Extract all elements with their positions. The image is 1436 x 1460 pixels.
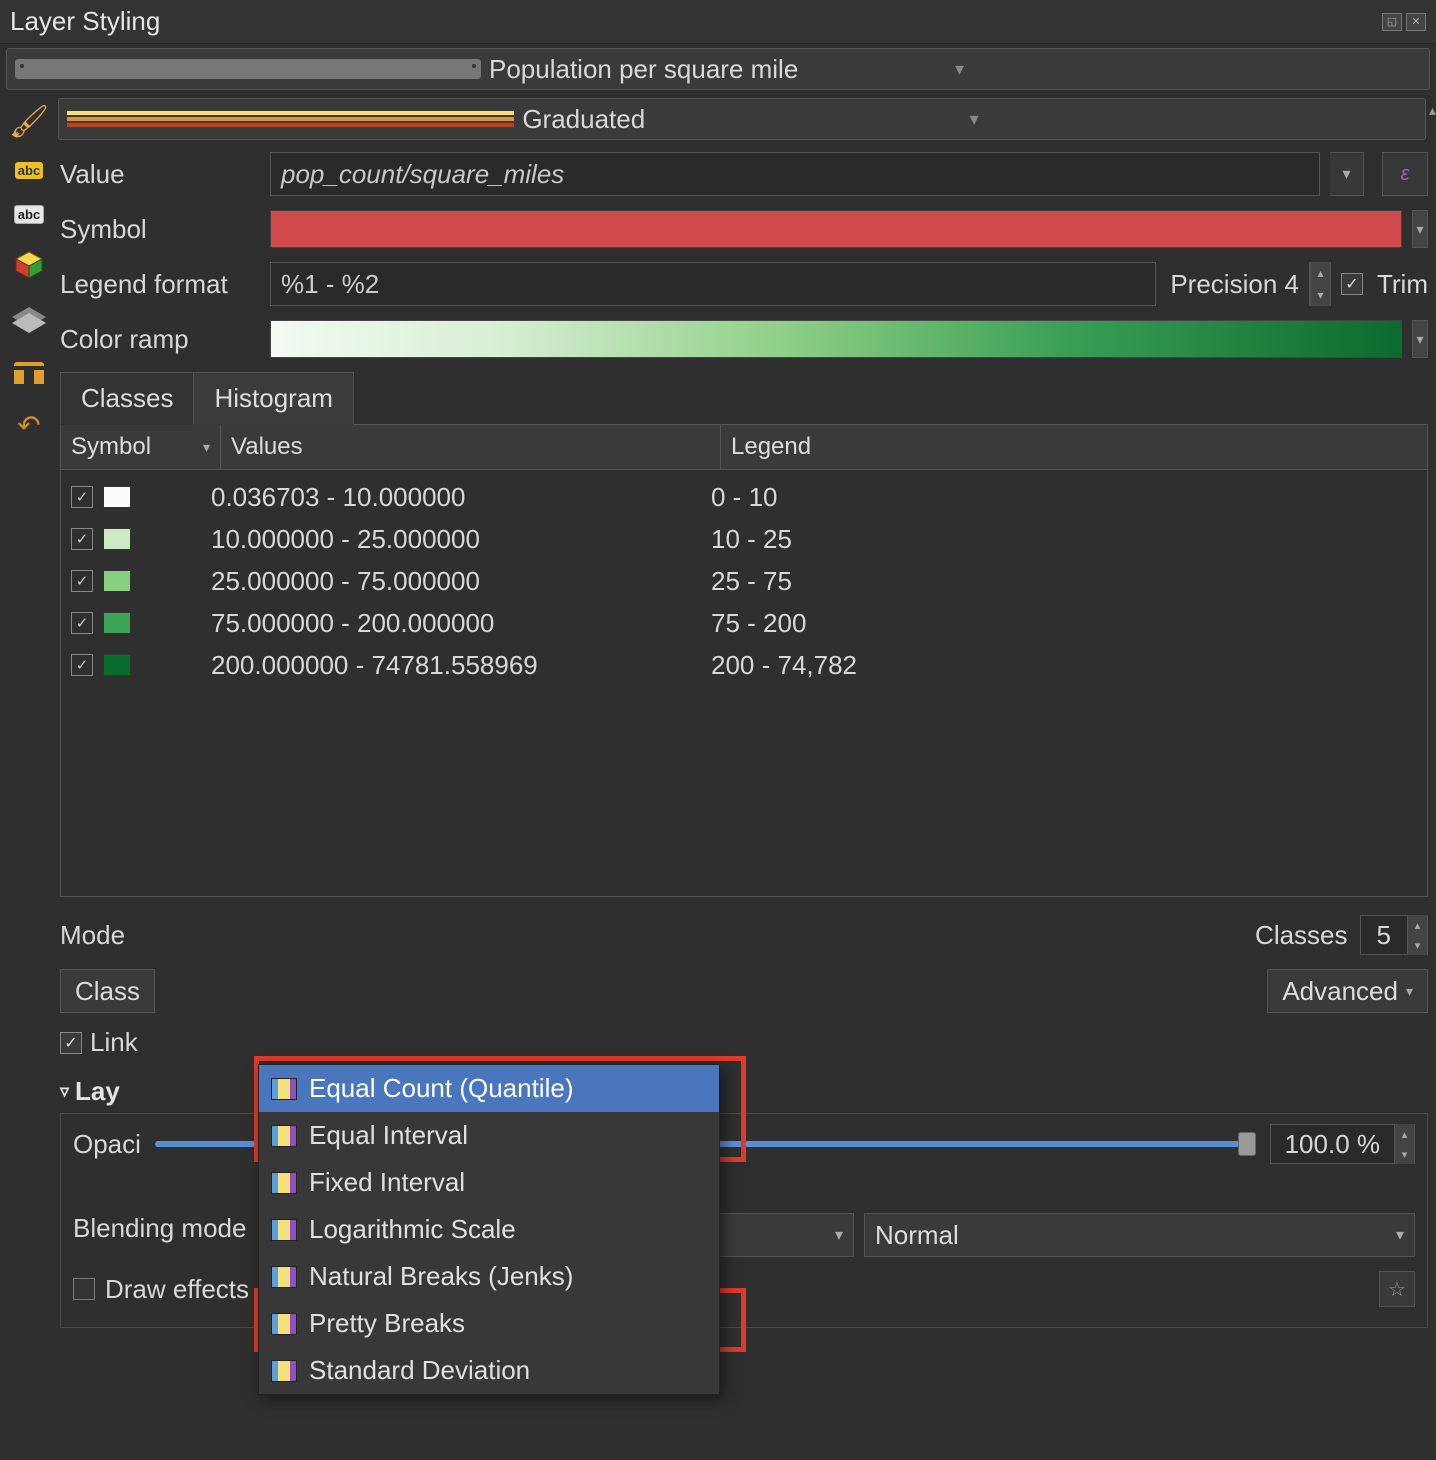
epsilon-icon: ε xyxy=(1401,163,1410,186)
link-checkbox[interactable]: ✓ xyxy=(60,1032,82,1054)
trim-label: Trim xyxy=(1377,269,1428,300)
sidebar-structure-icon[interactable] xyxy=(14,362,44,384)
tab-histogram[interactable]: Histogram xyxy=(193,372,353,425)
row-swatch[interactable] xyxy=(103,570,131,592)
legend-format-label: Legend format xyxy=(60,269,260,300)
chevron-down-icon: ▾ xyxy=(955,59,1421,80)
classification-icon xyxy=(271,1219,297,1241)
classify-button[interactable]: Class xyxy=(60,969,155,1013)
draw-effects-checkbox[interactable] xyxy=(73,1278,95,1300)
color-ramp-label: Color ramp xyxy=(60,324,260,355)
opacity-label: Opaci xyxy=(73,1129,141,1160)
graduated-icon xyxy=(67,111,514,127)
precision-spin[interactable]: ▴▾ xyxy=(1309,262,1331,306)
trim-checkbox[interactable]: ✓ xyxy=(1341,273,1363,295)
row-checkbox[interactable]: ✓ xyxy=(71,570,93,592)
color-ramp-dropdown-button[interactable]: ▾ xyxy=(1412,320,1428,358)
classification-icon xyxy=(271,1125,297,1147)
sidebar-masks-icon[interactable]: abc xyxy=(14,205,44,224)
row-swatch[interactable] xyxy=(103,612,131,634)
value-dropdown-button[interactable]: ▾ xyxy=(1330,152,1364,196)
layer-select[interactable]: Population per square mile ▾ xyxy=(6,48,1430,90)
mode-label: Mode xyxy=(60,920,140,951)
row-legend: 75 - 200 xyxy=(711,608,1417,639)
row-swatch[interactable] xyxy=(103,654,131,676)
classification-icon xyxy=(271,1266,297,1288)
symbol-preview[interactable] xyxy=(270,210,1402,248)
table-row[interactable]: ✓ 25.000000 - 75.00000025 - 75 xyxy=(61,560,1427,602)
color-ramp-preview[interactable] xyxy=(270,320,1402,358)
value-expression-input[interactable]: pop_count/square_miles xyxy=(270,152,1320,196)
col-header-legend[interactable]: Legend xyxy=(721,425,1427,469)
close-icon[interactable]: ✕ xyxy=(1406,13,1426,31)
classification-icon xyxy=(271,1313,297,1335)
legend-format-input[interactable]: %1 - %2 xyxy=(270,262,1156,306)
row-values: 75.000000 - 200.000000 xyxy=(211,608,711,639)
table-row[interactable]: ✓ 75.000000 - 200.00000075 - 200 xyxy=(61,602,1427,644)
renderer-value: Graduated xyxy=(522,104,969,135)
precision-label: Precision 4 xyxy=(1170,269,1299,300)
classification-icon xyxy=(271,1078,297,1100)
mode-option[interactable]: Logarithmic Scale xyxy=(259,1206,719,1253)
disclosure-triangle-icon: ▿ xyxy=(60,1081,69,1102)
mode-option[interactable]: Pretty Breaks xyxy=(259,1300,719,1347)
sidebar-labels-icon[interactable]: abc xyxy=(15,162,43,179)
sidebar-3d-icon[interactable] xyxy=(11,250,47,280)
table-row[interactable]: ✓ 200.000000 - 74781.558969200 - 74,782 xyxy=(61,644,1427,686)
draw-effects-label: Draw effects xyxy=(105,1274,249,1305)
row-swatch[interactable] xyxy=(103,528,131,550)
row-checkbox[interactable]: ✓ xyxy=(71,654,93,676)
classes-spin[interactable]: 5 ▴▾ xyxy=(1360,915,1428,955)
opacity-spin[interactable]: 100.0 % ▴▾ xyxy=(1270,1124,1415,1164)
advanced-button[interactable]: Advanced▾ xyxy=(1267,969,1428,1013)
renderer-select[interactable]: Graduated ▾ xyxy=(58,98,1426,140)
panel-title: Layer Styling xyxy=(10,6,160,37)
mode-option[interactable]: Natural Breaks (Jenks) xyxy=(259,1253,719,1300)
chevron-down-icon: ▾ xyxy=(970,109,1417,130)
mode-option[interactable]: Standard Deviation xyxy=(259,1347,719,1394)
row-checkbox[interactable]: ✓ xyxy=(71,528,93,550)
link-label: Link xyxy=(90,1027,138,1058)
row-values: 200.000000 - 74781.558969 xyxy=(211,650,711,681)
polygon-icon xyxy=(15,59,481,79)
classes-label: Classes xyxy=(1255,920,1347,951)
table-row[interactable]: ✓ 0.036703 - 10.0000000 - 10 xyxy=(61,476,1427,518)
symbol-dropdown-button[interactable]: ▾ xyxy=(1412,210,1428,248)
row-legend: 0 - 10 xyxy=(711,482,1417,513)
symbol-label: Symbol xyxy=(60,214,260,245)
table-row[interactable]: ✓ 10.000000 - 25.00000010 - 25 xyxy=(61,518,1427,560)
sidebar-symbology-icon[interactable]: 🖌 xyxy=(11,106,47,136)
col-header-symbol[interactable]: Symbol▾ xyxy=(61,425,221,469)
classification-icon xyxy=(271,1172,297,1194)
mode-option[interactable]: Equal Count (Quantile) xyxy=(259,1065,719,1112)
mode-option[interactable]: Equal Interval xyxy=(259,1112,719,1159)
effects-config-button[interactable]: ☆ xyxy=(1379,1271,1415,1307)
col-header-values[interactable]: Values xyxy=(221,425,721,469)
value-label: Value xyxy=(60,159,260,190)
layer-select-value: Population per square mile xyxy=(489,54,955,85)
row-values: 25.000000 - 75.000000 xyxy=(211,566,711,597)
mode-dropdown-menu: Equal Count (Quantile)Equal IntervalFixe… xyxy=(258,1064,720,1395)
classification-icon xyxy=(271,1360,297,1382)
feature-blend-select[interactable]: Normal▾ xyxy=(864,1213,1415,1257)
row-legend: 10 - 25 xyxy=(711,524,1417,555)
row-legend: 25 - 75 xyxy=(711,566,1417,597)
tab-classes[interactable]: Classes xyxy=(60,372,194,425)
row-values: 0.036703 - 10.000000 xyxy=(211,482,711,513)
row-swatch[interactable] xyxy=(103,486,131,508)
expression-builder-button[interactable]: ε xyxy=(1382,152,1428,196)
sidebar-diagrams-icon[interactable] xyxy=(11,306,47,336)
mode-option[interactable]: Fixed Interval xyxy=(259,1159,719,1206)
row-checkbox[interactable]: ✓ xyxy=(71,612,93,634)
classes-table: Symbol▾ Values Legend ✓ 0.036703 - 10.000… xyxy=(60,424,1428,897)
row-legend: 200 - 74,782 xyxy=(711,650,1417,681)
row-checkbox[interactable]: ✓ xyxy=(71,486,93,508)
row-values: 10.000000 - 25.000000 xyxy=(211,524,711,555)
sidebar-history-icon[interactable]: ↶ xyxy=(11,410,47,440)
detach-icon[interactable]: ◱ xyxy=(1382,13,1402,31)
